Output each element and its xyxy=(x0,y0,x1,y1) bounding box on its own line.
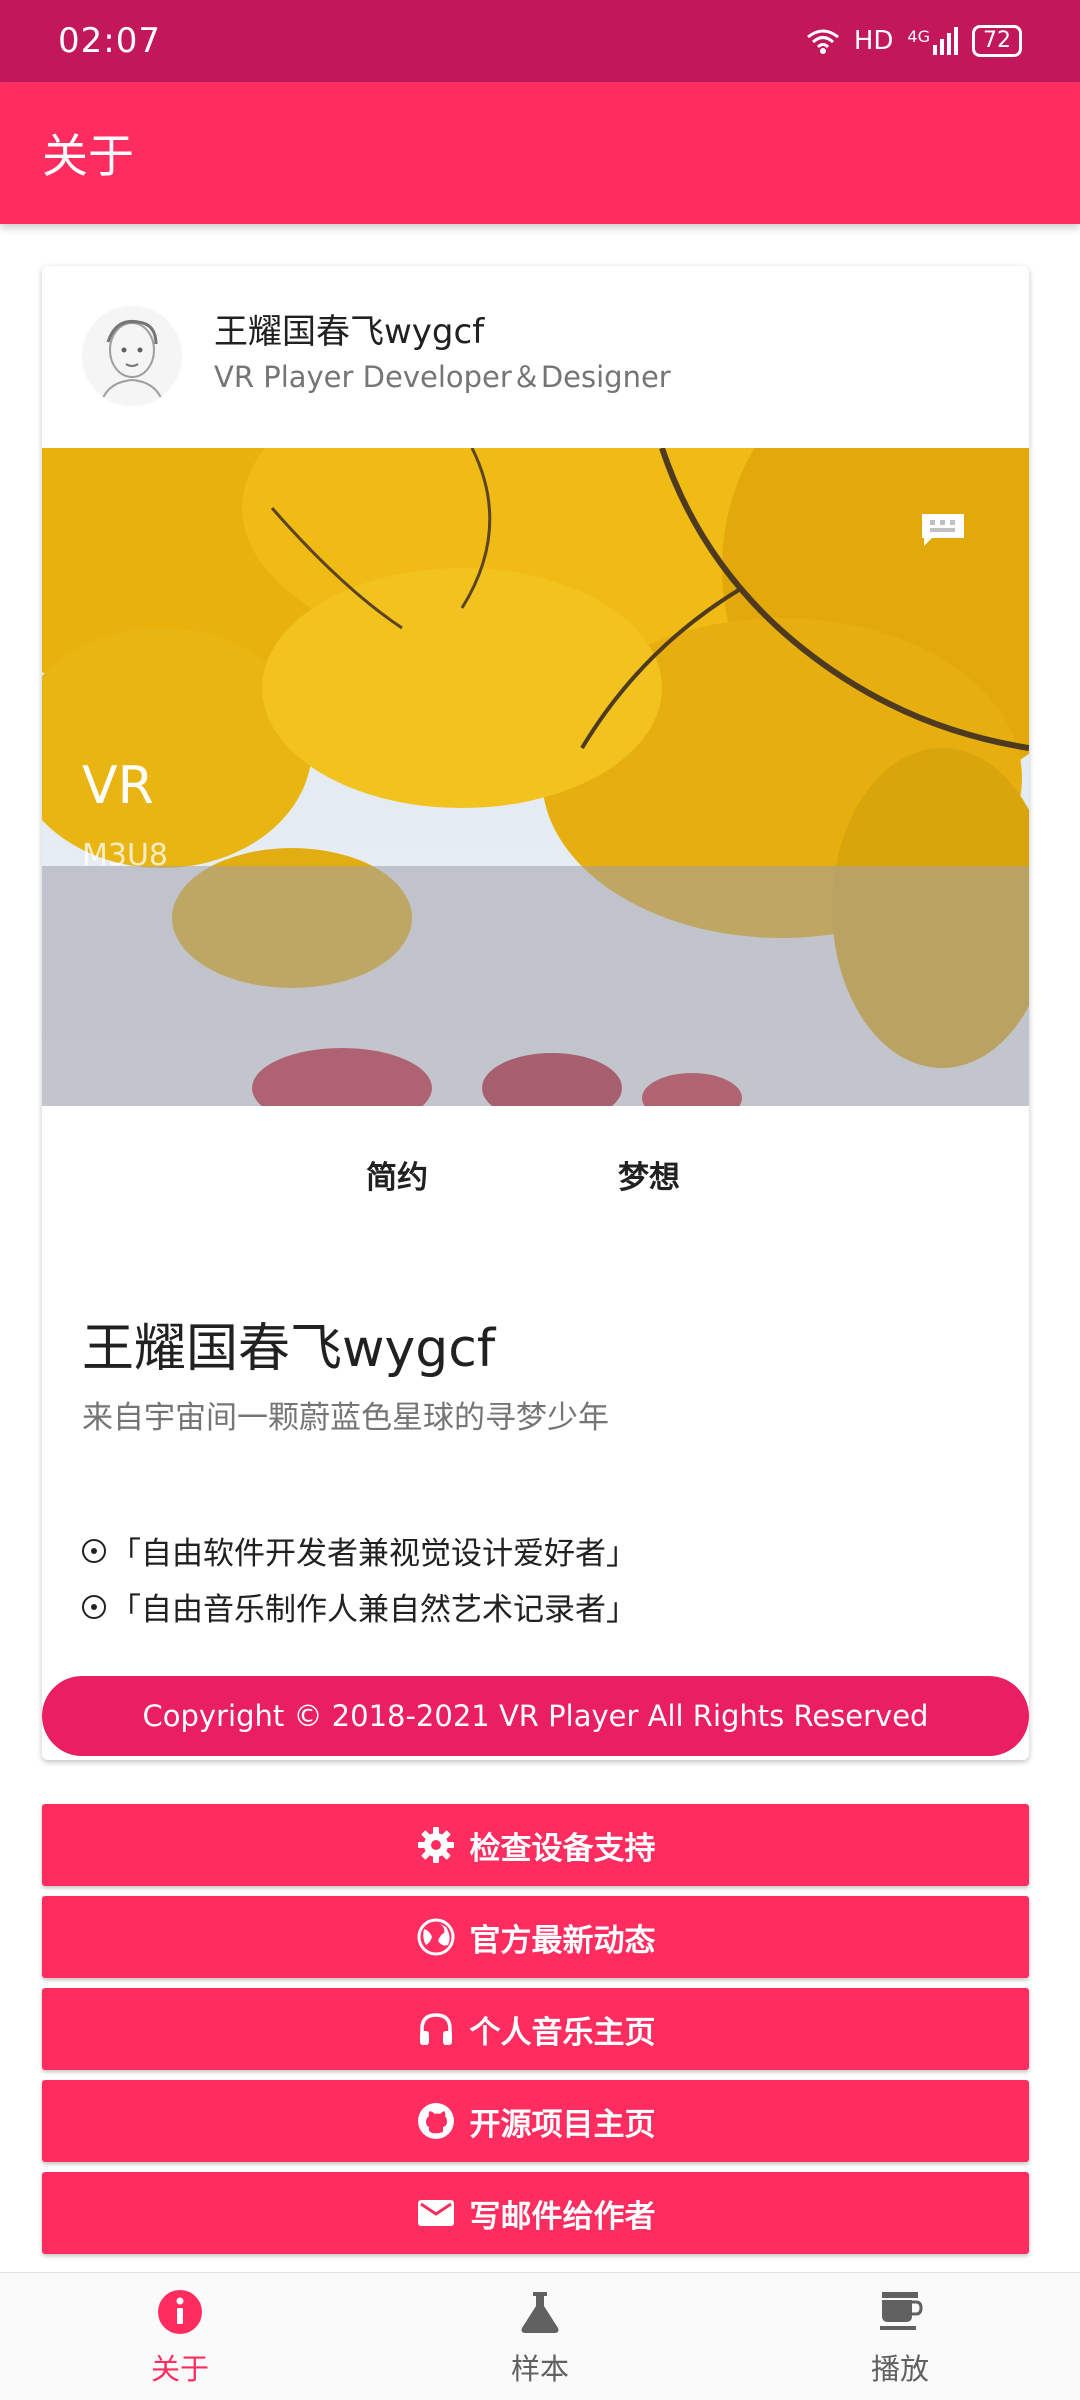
chat-bubble-icon[interactable] xyxy=(918,510,968,550)
banner-title: VR xyxy=(82,756,154,816)
copyright-text: Copyright © 2018-2021 VR Player All Righ… xyxy=(142,1699,929,1733)
profile-card: 王耀国春飞wygcf VR Player Developer＆Designer xyxy=(42,266,1029,1760)
coffee-cup-icon xyxy=(874,2286,926,2338)
author-role: VR Player Developer＆Designer xyxy=(214,360,671,394)
bullet-text: 「自由音乐制作人兼自然艺术记录者」 xyxy=(110,1592,637,1628)
headphones-icon xyxy=(416,2009,456,2049)
open-source-button[interactable]: 开源项目主页 xyxy=(42,2080,1029,2162)
nav-play-label: 播放 xyxy=(870,2352,929,2386)
about-name: 王耀国春飞wygcf xyxy=(82,1319,496,1379)
signal-label: 4G xyxy=(907,27,930,46)
radio-dot-icon xyxy=(82,1538,106,1563)
email-author-button[interactable]: 写邮件给作者 xyxy=(42,2172,1029,2254)
about-tagline: 来自宇宙间一颗蔚蓝色星球的寻梦少年 xyxy=(82,1400,609,1436)
nav-samples-label: 样本 xyxy=(510,2352,569,2386)
banner-overlay xyxy=(42,866,1029,1106)
battery-icon: 72 xyxy=(972,25,1022,57)
status-icons: HD 4G 72 xyxy=(806,25,1022,57)
radio-dot-icon xyxy=(82,1594,106,1619)
official-news-label: 官方最新动态 xyxy=(469,1922,656,1959)
open-source-label: 开源项目主页 xyxy=(469,2106,656,2143)
mail-icon xyxy=(416,2193,456,2233)
check-device-button[interactable]: 检查设备支持 xyxy=(42,1804,1029,1886)
gear-icon xyxy=(416,1825,456,1865)
music-page-label: 个人音乐主页 xyxy=(469,2014,656,2051)
flask-icon xyxy=(514,2286,566,2338)
music-page-button[interactable]: 个人音乐主页 xyxy=(42,1988,1029,2070)
nav-about[interactable]: 关于 xyxy=(0,2273,360,2400)
status-time: 02:07 xyxy=(58,21,161,61)
list-item: 「自由音乐制作人兼自然艺术记录者」 xyxy=(82,1584,637,1629)
official-news-button[interactable]: 官方最新动态 xyxy=(42,1896,1029,1978)
battery-level: 72 xyxy=(983,28,1011,53)
nav-samples[interactable]: 样本 xyxy=(360,2273,720,2400)
card-header: 王耀国春飞wygcf VR Player Developer＆Designer xyxy=(42,266,1029,448)
app-bar: 关于 xyxy=(0,82,1080,224)
github-icon xyxy=(416,2101,456,2141)
author-name: 王耀国春飞wygcf xyxy=(214,312,485,352)
avatar xyxy=(82,306,182,406)
email-author-label: 写邮件给作者 xyxy=(469,2198,656,2235)
copyright-banner: Copyright © 2018-2021 VR Player All Righ… xyxy=(42,1676,1029,1756)
globe-icon xyxy=(416,1917,456,1957)
network-label: HD xyxy=(853,26,894,56)
banner-subtitle: M3U8 xyxy=(82,838,169,873)
page-title: 关于 xyxy=(42,129,134,183)
nav-about-label: 关于 xyxy=(150,2352,209,2386)
wifi-icon xyxy=(806,29,839,54)
bullet-text: 「自由软件开发者兼视觉设计爱好者」 xyxy=(110,1536,637,1572)
nav-play[interactable]: 播放 xyxy=(720,2273,1080,2400)
check-device-label: 检查设备支持 xyxy=(469,1830,656,1867)
banner-image: VR M3U8 xyxy=(42,448,1029,1106)
tab-dream[interactable]: 梦想 xyxy=(618,1152,680,1197)
tab-simple[interactable]: 简约 xyxy=(366,1152,428,1197)
bottom-navigation: 关于 样本 播放 xyxy=(0,2272,1080,2400)
info-icon xyxy=(154,2286,206,2338)
list-item: 「自由软件开发者兼视觉设计爱好者」 xyxy=(82,1528,637,1573)
status-bar: 02:07 HD 4G 72 xyxy=(0,0,1080,82)
signal-icon: 4G xyxy=(907,27,958,55)
